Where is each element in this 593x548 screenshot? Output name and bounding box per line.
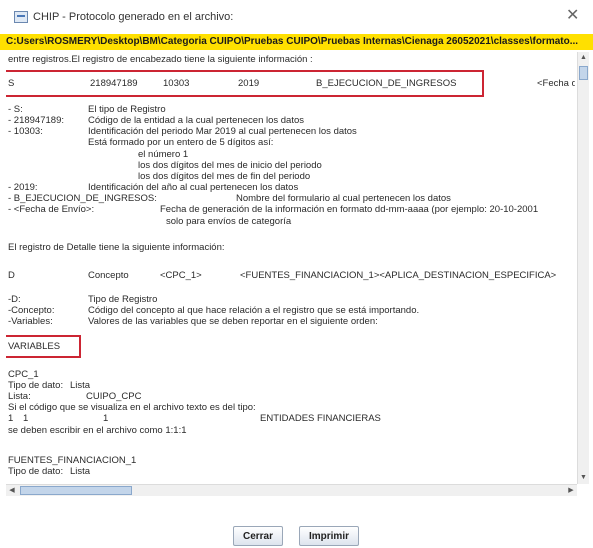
example-code: 1 (103, 413, 109, 424)
variable-type-value: Lista (70, 466, 91, 477)
title-bar: CHIP - Protocolo generado en el archivo:… (0, 0, 593, 34)
field-desc: Valores de las variables que se deben re… (88, 316, 378, 327)
header-record-form: B_EJECUCION_DE_INGRESOS (316, 78, 457, 89)
field-key: - <Fecha de Envío>: (8, 204, 95, 215)
field-key: - 10303: (8, 126, 43, 137)
print-button[interactable]: Imprimir (299, 526, 359, 546)
detail-record-type: D (8, 270, 15, 281)
chip-window-icon (14, 11, 28, 23)
field-key: -Variables: (8, 316, 53, 327)
header-record-year: 2019 (238, 78, 260, 89)
vertical-scroll-thumb[interactable] (579, 66, 588, 80)
close-icon[interactable]: ✕ (566, 7, 579, 25)
scroll-down-icon[interactable]: ▼ (578, 472, 589, 484)
detail-record-fuentes: <FUENTES_FINANCIACION_1><APLICA_DESTINAC… (240, 270, 557, 281)
variables-heading: VARIABLES (8, 341, 61, 352)
header-record-entity: 218947189 (90, 78, 138, 89)
variable-type-label: Tipo de dato: (8, 466, 64, 477)
header-record-type: S (8, 78, 15, 89)
header-record-period: 10303 (163, 78, 190, 89)
detail-record-concept: Concepto (88, 270, 129, 281)
close-button[interactable]: Cerrar (233, 526, 283, 546)
detail-intro: El registro de Detalle tiene la siguient… (8, 242, 225, 253)
horizontal-scrollbar[interactable]: ◀ ▶ (6, 484, 577, 496)
field-desc: solo para envíos de categoría (166, 216, 292, 227)
horizontal-scroll-thumb[interactable] (20, 486, 132, 495)
period-note: Está formado por un entero de 5 dígitos … (88, 137, 274, 148)
protocol-text-area[interactable]: entre registros.El registro de encabezad… (6, 52, 575, 484)
variable-note: Si el código que se visualiza en el arch… (8, 402, 256, 413)
detail-record-cpc: <CPC_1> (160, 270, 202, 281)
scroll-left-icon[interactable]: ◀ (6, 485, 18, 496)
example-code: 1 (23, 413, 29, 424)
scroll-right-icon[interactable]: ▶ (565, 485, 577, 496)
window-title: CHIP - Protocolo generado en el archivo: (33, 11, 234, 23)
header-record-date: <Fecha d (537, 78, 575, 89)
example-code: 1 (8, 413, 14, 424)
scroll-up-icon[interactable]: ▲ (578, 52, 589, 64)
vertical-scrollbar[interactable]: ▲ ▼ (577, 52, 589, 484)
field-desc: Fecha de generación de la información en… (160, 204, 539, 215)
variable-note: se deben escribir en el archivo como 1:1… (8, 425, 187, 436)
intro-text: entre registros.El registro de encabezad… (8, 54, 313, 65)
file-path-bar: C:Users\ROSMERY\Desktop\BM\Categoria CUI… (0, 34, 593, 50)
example-label: ENTIDADES FINANCIERAS (260, 413, 381, 424)
